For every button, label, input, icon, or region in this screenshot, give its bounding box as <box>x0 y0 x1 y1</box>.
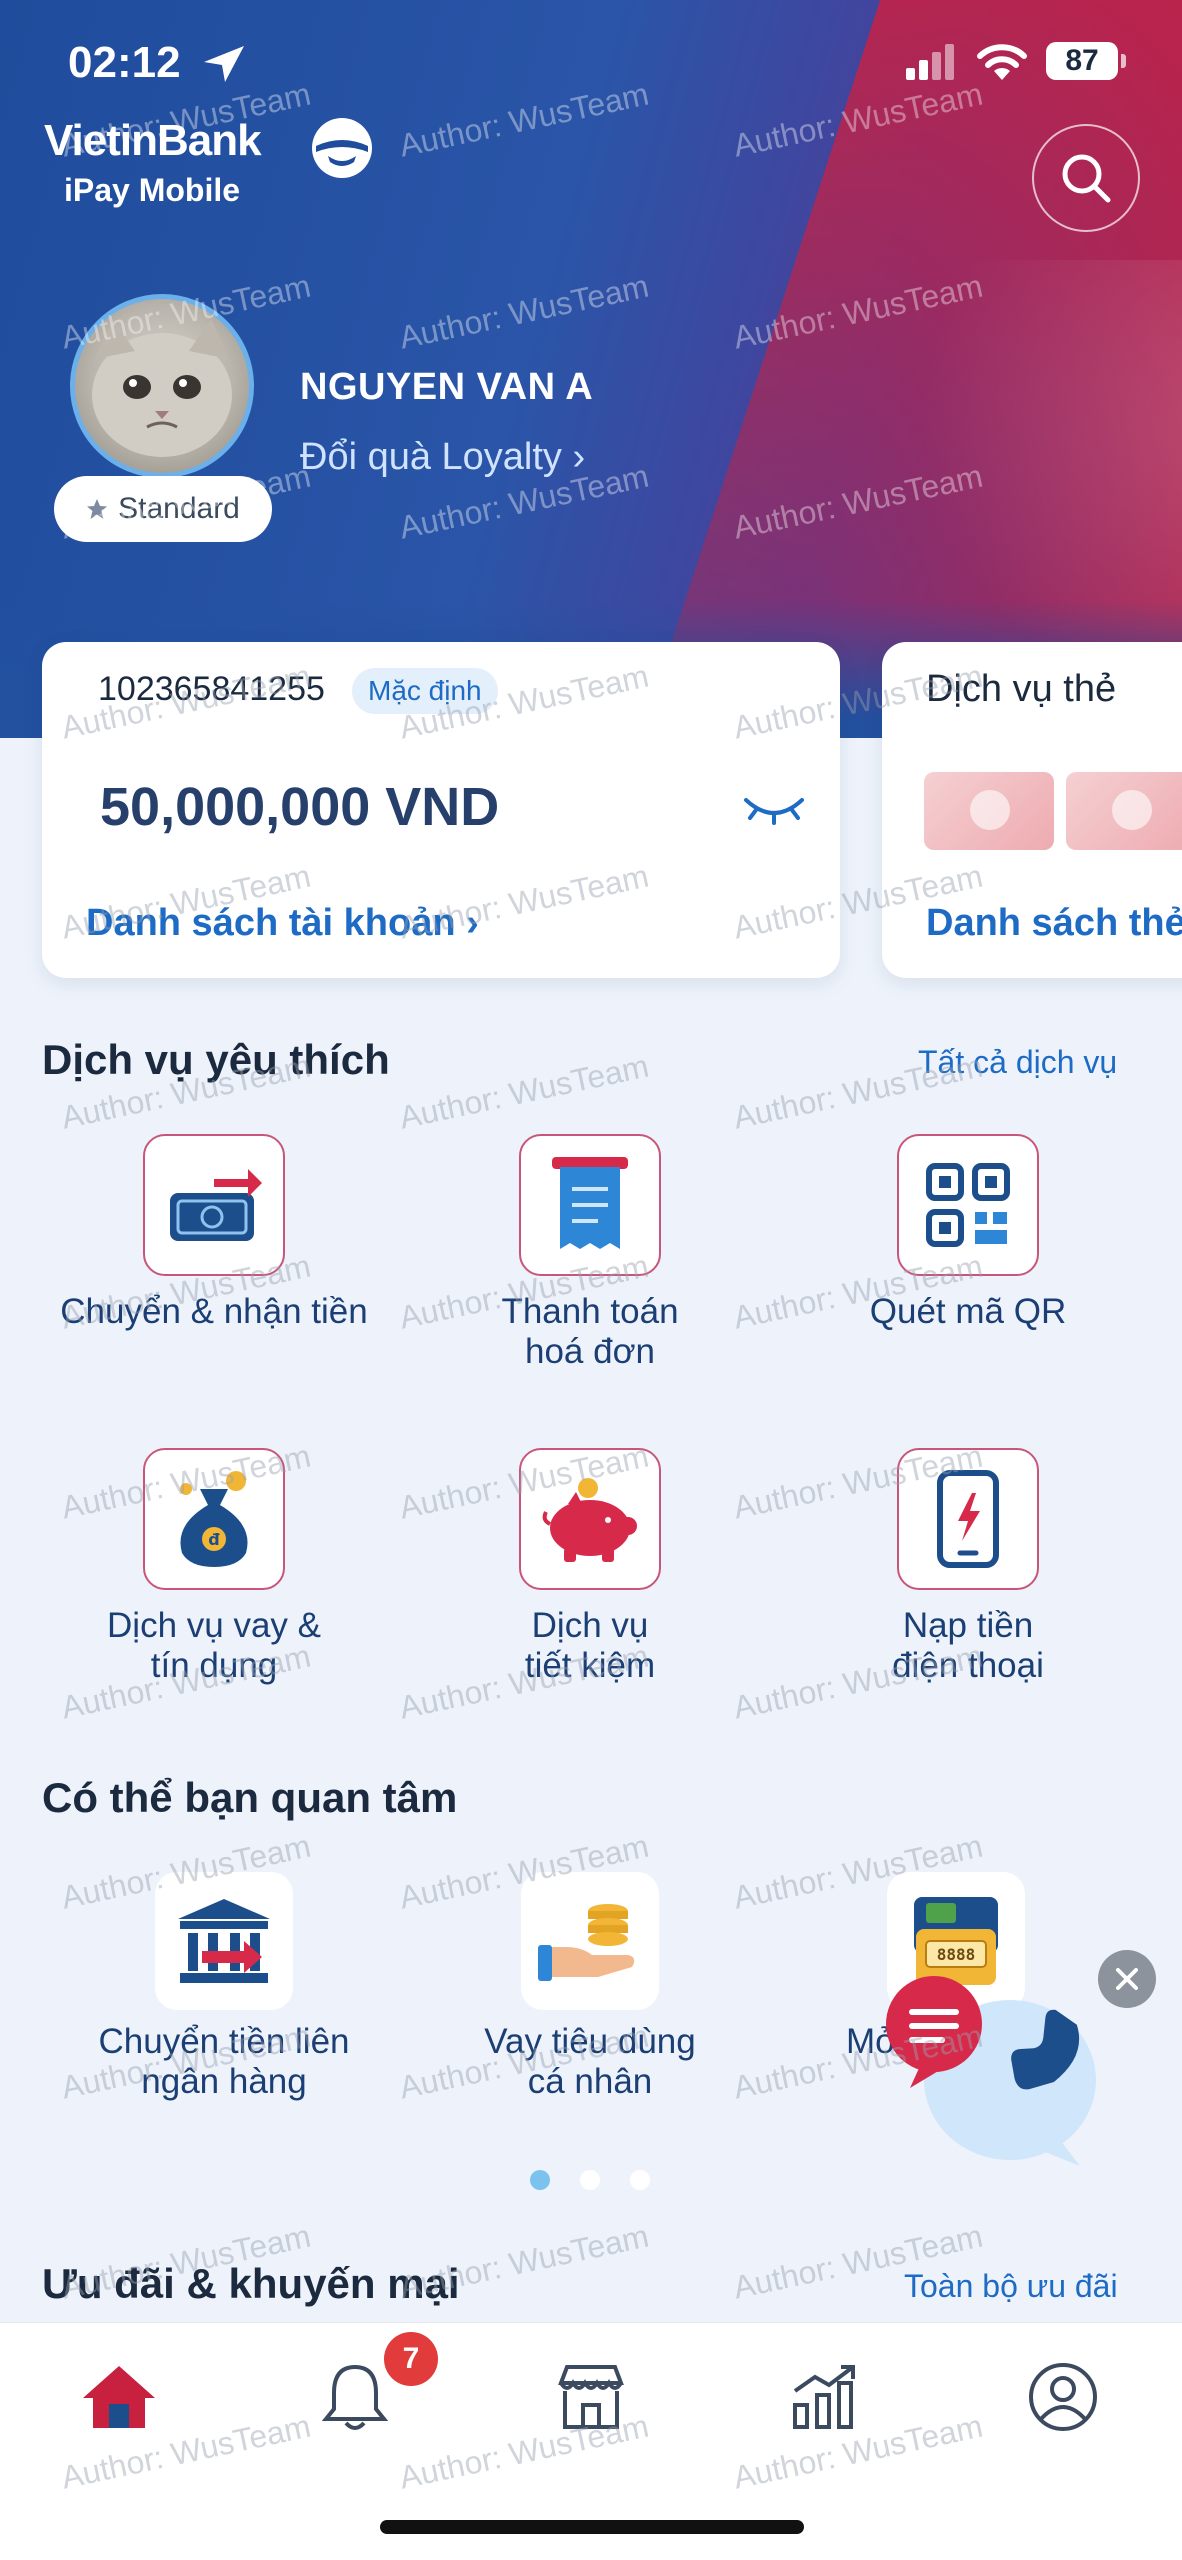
service-transfer[interactable]: Chuyển & nhận tiền <box>44 1134 384 1332</box>
account-list-link[interactable]: Danh sách tài khoản › <box>86 902 479 945</box>
recommend-title: Có thể bạn quan tâm <box>42 1774 458 1821</box>
carousel-dot[interactable] <box>530 2170 550 2190</box>
loyalty-link[interactable]: Đổi quà Loyalty › <box>300 436 585 479</box>
phone-topup-icon <box>897 1448 1039 1590</box>
bill-icon <box>519 1134 661 1276</box>
service-label: Thanh toán hoá đơn <box>501 1292 679 1371</box>
close-float-button[interactable] <box>1098 1950 1156 2008</box>
svg-text:đ: đ <box>208 1530 220 1549</box>
all-services-link[interactable]: Tất cả dịch vụ <box>918 1044 1117 1081</box>
recommend-label: Vay tiêu dùng cá nhân <box>484 2022 696 2101</box>
service-label: Dịch vụ vay & tín dụng <box>107 1606 321 1685</box>
store-icon <box>558 2365 624 2429</box>
notification-badge: 7 <box>384 2332 438 2386</box>
carousel-dot[interactable] <box>630 2170 650 2190</box>
carousel-dots[interactable] <box>530 2170 650 2190</box>
chart-icon <box>793 2365 855 2429</box>
card-services-title: Dịch vụ thẻ <box>926 668 1117 710</box>
money-bag-icon: đ <box>143 1448 285 1590</box>
watermark-text: Author: WusTeam <box>396 1047 652 1136</box>
hide-balance-icon[interactable] <box>742 790 806 826</box>
tab-investment[interactable] <box>780 2352 870 2442</box>
bell-icon <box>322 2364 388 2430</box>
user-name: NGUYEN VAN A <box>300 366 594 408</box>
brand-name: VietinBank <box>44 116 262 165</box>
status-bar: 02:12 87 <box>0 0 1182 130</box>
bank-logo-mark-icon <box>312 118 372 178</box>
home-icon <box>83 2366 155 2428</box>
card-list-link[interactable]: Danh sách thẻ <box>926 902 1182 945</box>
card-thumbnail <box>1066 772 1182 850</box>
search-icon <box>1062 154 1111 203</box>
hand-coins-icon <box>521 1872 659 2010</box>
cellular-signal-icon <box>906 44 954 80</box>
service-label: Chuyển & nhận tiền <box>60 1292 368 1331</box>
wifi-icon <box>977 44 1027 80</box>
home-indicator[interactable] <box>380 2520 804 2534</box>
card-services-card[interactable]: Dịch vụ thẻ Danh sách thẻ <box>882 642 1182 978</box>
tier-label: Standard <box>118 492 240 525</box>
search-button[interactable] <box>1032 124 1140 232</box>
qr-code-icon <box>897 1134 1039 1276</box>
star-icon <box>87 499 108 519</box>
service-phone-topup[interactable]: Nạp tiền điện thoại <box>798 1448 1138 1686</box>
support-chat-icon[interactable] <box>880 1970 1100 2170</box>
location-arrow-icon <box>204 46 244 82</box>
service-qr-scan[interactable]: Quét mã QR <box>798 1134 1138 1332</box>
app-logo: VietinBank iPay Mobile <box>44 116 372 208</box>
carousel-dot[interactable] <box>580 2170 600 2190</box>
tier-badge[interactable]: Standard <box>54 476 272 542</box>
bank-transfer-icon <box>155 1872 293 2010</box>
promotions-title: Ưu đãi & khuyến mại <box>42 2260 460 2307</box>
money-transfer-icon <box>143 1134 285 1276</box>
recommend-interbank-transfer[interactable]: Chuyển tiền liên ngân hàng <box>44 1872 404 2102</box>
recommend-consumer-loan[interactable]: Vay tiêu dùng cá nhân <box>410 1872 770 2102</box>
brand-sub: iPay Mobile <box>64 172 241 208</box>
piggy-bank-icon <box>519 1448 661 1590</box>
account-balance: 50,000,000 VND <box>100 777 500 837</box>
cat-avatar-image <box>92 319 232 457</box>
service-label: Quét mã QR <box>869 1292 1067 1331</box>
user-icon <box>1029 2363 1097 2431</box>
service-savings[interactable]: Dịch vụ tiết kiệm <box>420 1448 760 1686</box>
close-icon <box>1116 1968 1138 1990</box>
all-promotions-link[interactable]: Toàn bộ ưu đãi <box>904 2268 1118 2305</box>
service-loans[interactable]: đ Dịch vụ vay & tín dụng <box>44 1448 384 1686</box>
tab-home[interactable] <box>74 2352 164 2442</box>
account-number: 102365841255 <box>98 670 325 708</box>
status-time: 02:12 <box>68 38 181 87</box>
service-label: Nạp tiền điện thoại <box>892 1606 1044 1685</box>
card-thumbnail <box>924 772 1054 850</box>
battery-indicator: 87 <box>1046 42 1126 80</box>
recommend-label: Chuyển tiền liên ngân hàng <box>98 2022 350 2101</box>
favorites-title: Dịch vụ yêu thích <box>42 1036 390 1083</box>
account-card[interactable]: 102365841255 Mặc định 50,000,000 VND Dan… <box>42 642 840 978</box>
avatar[interactable] <box>70 294 254 478</box>
service-label: Dịch vụ tiết kiệm <box>524 1606 656 1685</box>
service-bill-payment[interactable]: Thanh toán hoá đơn <box>420 1134 760 1372</box>
wallet-digits: 8888 <box>937 1945 976 1964</box>
tab-profile[interactable] <box>1018 2352 1108 2442</box>
tab-store[interactable] <box>546 2352 636 2442</box>
default-tag: Mặc định <box>352 668 498 714</box>
